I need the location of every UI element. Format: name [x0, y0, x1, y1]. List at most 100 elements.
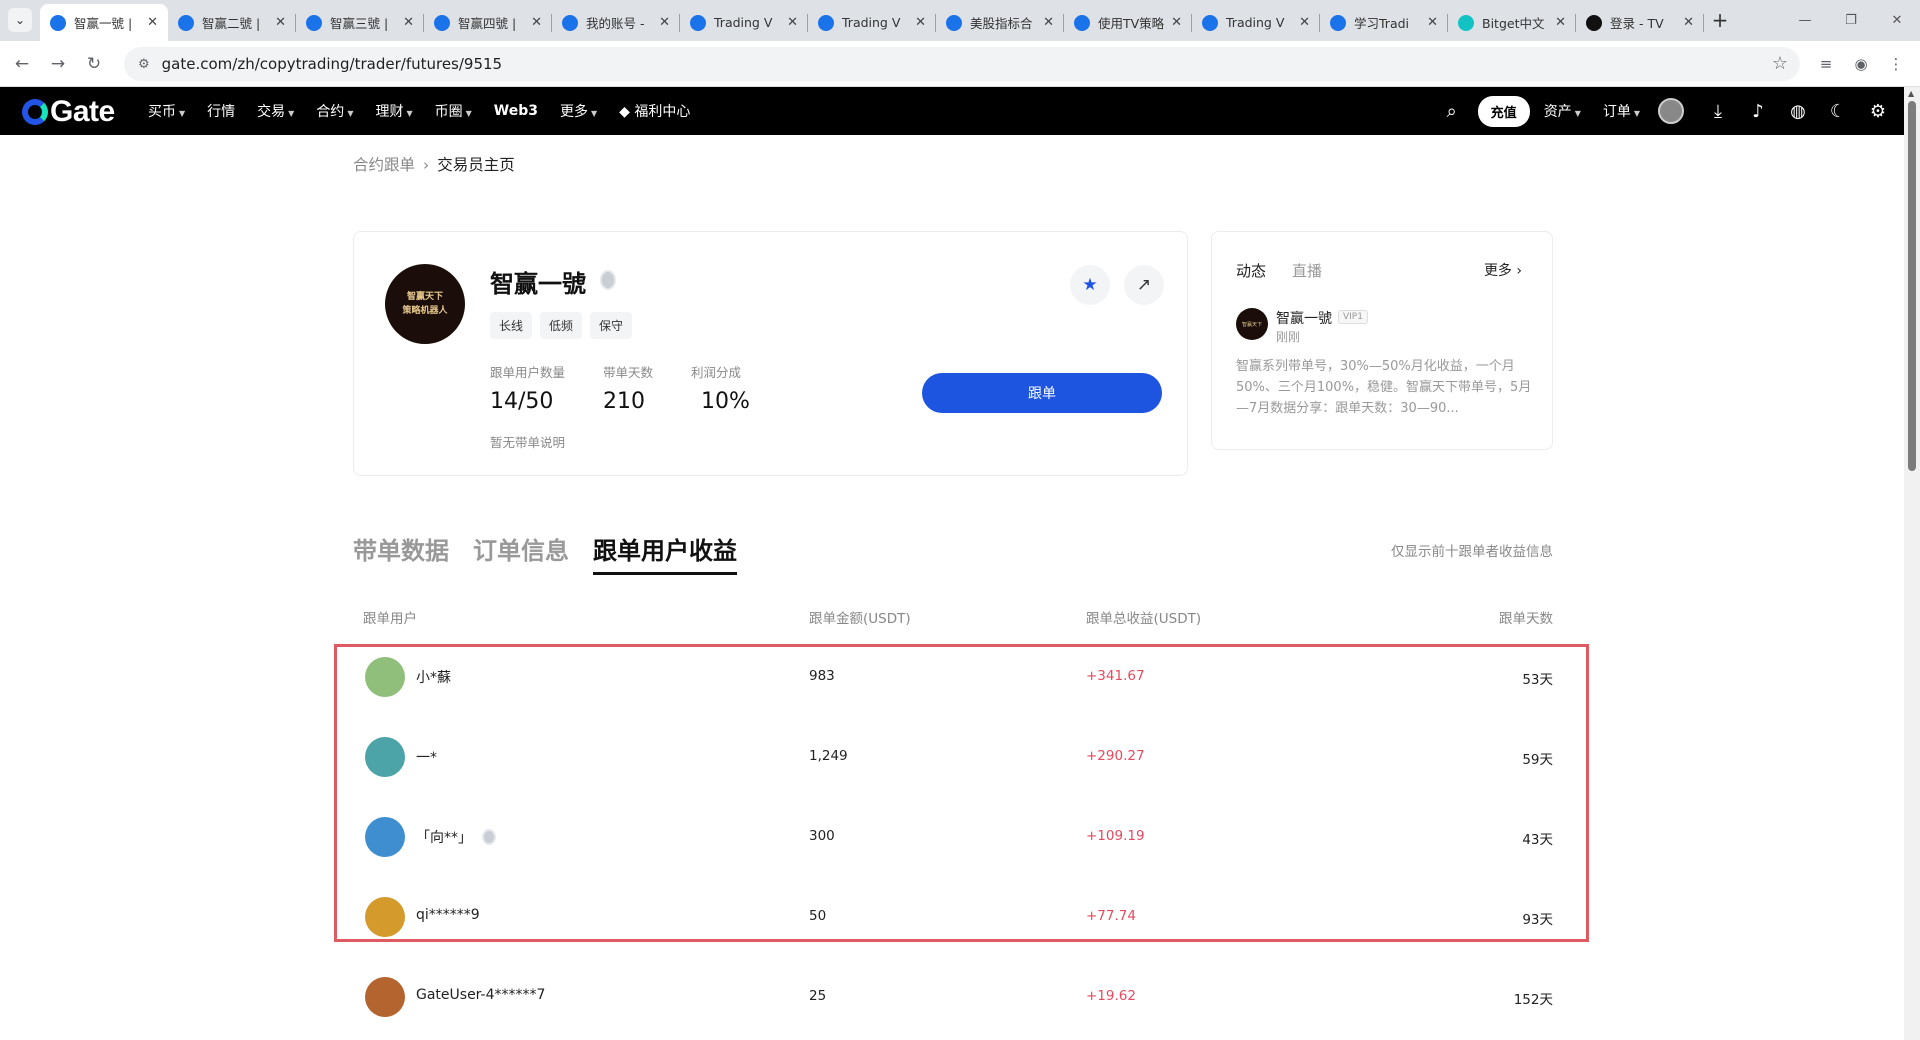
forward-icon[interactable]: →	[46, 52, 70, 76]
browser-tab[interactable]: Trading V ✕	[808, 4, 936, 41]
medal-icon	[600, 270, 616, 290]
scrollbar-thumb[interactable]	[1908, 101, 1916, 471]
stat-label: 带单天数	[603, 365, 654, 380]
browser-menu-icon[interactable]: ⋮	[1884, 52, 1908, 76]
tab-close-icon[interactable]: ✕	[915, 15, 926, 30]
browser-tab[interactable]: 智赢三號 | ✕	[296, 4, 424, 41]
favorite-star-icon[interactable]: ★	[1070, 265, 1110, 305]
tab-close-icon[interactable]: ✕	[147, 15, 158, 30]
browser-tab[interactable]: 登录 - TV ✕	[1576, 4, 1704, 41]
tab-search-icon[interactable]: ⌄	[8, 8, 32, 32]
recharge-button[interactable]: 充值	[1477, 95, 1530, 127]
moon-icon[interactable]: ☾	[1818, 101, 1858, 122]
tab-title: 智赢四號 |	[458, 16, 517, 31]
nav-item[interactable]: 买币 ▼	[148, 101, 185, 121]
chevron-down-icon: ▼	[406, 109, 413, 118]
nav-item[interactable]: 行情	[207, 101, 235, 121]
tab-separator	[1703, 14, 1704, 32]
browser-tab[interactable]: 智赢四號 | ✕	[424, 4, 552, 41]
tab-close-icon[interactable]: ✕	[275, 15, 286, 30]
user-avatar[interactable]	[1658, 98, 1684, 124]
more-link[interactable]: 更多 ›	[1484, 260, 1522, 280]
stat-value: 210	[603, 389, 646, 414]
trader-stat: 带单天数 210	[603, 362, 653, 414]
nav-item[interactable]: 合约 ▼	[316, 101, 353, 121]
browser-tab[interactable]: 使用TV策略 ✕	[1064, 4, 1192, 41]
reload-icon[interactable]: ↻	[82, 52, 106, 76]
section-tab[interactable]: 跟单用户收益	[593, 531, 737, 575]
site-info-icon[interactable]: ⚙	[138, 57, 150, 72]
tab-close-icon[interactable]: ✕	[787, 15, 798, 30]
activity-feed-card: 动态 直播 更多 › 智赢天下 智赢一號 VIP1 刚刚 智赢系列带单号，30%…	[1211, 231, 1553, 450]
minimize-icon[interactable]: —	[1782, 0, 1828, 41]
nav-item[interactable]: 更多 ▼	[560, 101, 597, 121]
chevron-down-icon: ▼	[347, 109, 354, 118]
tab-close-icon[interactable]: ✕	[1171, 15, 1182, 30]
tab-title: 美股指标合	[970, 16, 1033, 31]
tab-title: 我的账号 -	[586, 16, 645, 31]
nav-item-label: 合约	[316, 104, 345, 120]
tab-close-icon[interactable]: ✕	[1299, 15, 1310, 30]
address-bar-row: ← → ↻ ⚙ gate.com/zh/copytrading/trader/f…	[0, 41, 1920, 87]
profile-icon[interactable]: ◉	[1849, 52, 1873, 76]
tab-close-icon[interactable]: ✕	[403, 15, 414, 30]
nav-item[interactable]: 交易 ▼	[257, 101, 294, 121]
browser-tab[interactable]: Trading V ✕	[1192, 4, 1320, 41]
window-controls: — ❐ ✕	[1782, 0, 1920, 41]
browser-tab[interactable]: Trading V ✕	[680, 4, 808, 41]
tab-title: 学习Tradi	[1354, 16, 1410, 31]
tab-close-icon[interactable]: ✕	[659, 15, 670, 30]
settings-icon[interactable]: ⚙	[1858, 101, 1898, 122]
url-field[interactable]: ⚙ gate.com/zh/copytrading/trader/futures…	[124, 47, 1800, 81]
page-scrollbar[interactable]: ▲	[1904, 87, 1920, 1040]
chevron-down-icon: ▼	[179, 109, 186, 118]
scroll-up-icon[interactable]: ▲	[1908, 89, 1914, 98]
tab-title: Trading V	[1226, 15, 1285, 30]
new-tab-icon[interactable]: +	[1708, 8, 1732, 32]
header-actions: ⌕ 充值 资产 ▼ 订单 ▼ ⤓ ♪ ◍ ☾ ⚙	[1432, 87, 1920, 135]
tab-close-icon[interactable]: ✕	[1427, 15, 1438, 30]
browser-tab[interactable]: 智赢二號 | ✕	[168, 4, 296, 41]
browser-tab[interactable]: Bitget中文 ✕	[1448, 4, 1576, 41]
trader-tag: 保守	[590, 312, 633, 339]
close-window-icon[interactable]: ✕	[1874, 0, 1920, 41]
tab-close-icon[interactable]: ✕	[1683, 15, 1694, 30]
tab-close-icon[interactable]: ✕	[531, 15, 542, 30]
tab-live[interactable]: 直播	[1292, 260, 1322, 281]
share-icon[interactable]: ↗	[1124, 265, 1164, 305]
gate-logo[interactable]: Gate	[22, 95, 115, 129]
orders-menu[interactable]: 订单 ▼	[1603, 101, 1640, 121]
total-profit: +19.62	[1086, 988, 1136, 1004]
nav-item-label: 更多	[559, 104, 588, 120]
bookmark-star-icon[interactable]: ☆	[1772, 53, 1788, 74]
bell-icon[interactable]: ♪	[1738, 101, 1778, 122]
tab-close-icon[interactable]: ✕	[1555, 15, 1566, 30]
restore-icon[interactable]: ❐	[1828, 0, 1874, 41]
browser-tab[interactable]: 学习Tradi ✕	[1320, 4, 1448, 41]
search-icon[interactable]: ⌕	[1432, 101, 1472, 122]
avatar-line2: 策略机器人	[402, 306, 448, 316]
tab-close-icon[interactable]: ✕	[1043, 15, 1054, 30]
browser-tab[interactable]: 智赢一號 | ✕	[40, 4, 168, 41]
nav-item[interactable]: ◆ 福利中心	[619, 101, 690, 121]
browser-tab[interactable]: 我的账号 - ✕	[552, 4, 680, 41]
header-days: 跟单天数	[1499, 611, 1553, 627]
reading-list-icon[interactable]: ≡	[1814, 52, 1838, 76]
follow-button[interactable]: 跟单	[922, 373, 1162, 413]
section-tab[interactable]: 带单数据	[353, 531, 449, 575]
assets-menu[interactable]: 资产 ▼	[1544, 101, 1581, 121]
back-icon[interactable]: ←	[10, 52, 34, 76]
browser-tab[interactable]: 美股指标合 ✕	[936, 4, 1064, 41]
breadcrumb-parent[interactable]: 合约跟单	[353, 156, 415, 174]
download-icon[interactable]: ⤓	[1698, 101, 1738, 122]
tab-activity[interactable]: 动态	[1236, 260, 1266, 281]
globe-icon[interactable]: ◍	[1778, 101, 1818, 122]
stat-label: 利润分成	[691, 365, 742, 380]
nav-item[interactable]: Web3	[494, 103, 538, 119]
chevron-down-icon: ▼	[590, 109, 598, 118]
tab-favicon-icon	[306, 14, 322, 31]
feed-content[interactable]: 智赢系列带单号，30%—50%月化收益，一个月50%、三个月100%，稳健。智赢…	[1236, 356, 1532, 419]
section-tab[interactable]: 订单信息	[473, 531, 569, 575]
nav-item[interactable]: 理财 ▼	[375, 101, 412, 121]
nav-item[interactable]: 币圈 ▼	[435, 101, 472, 121]
